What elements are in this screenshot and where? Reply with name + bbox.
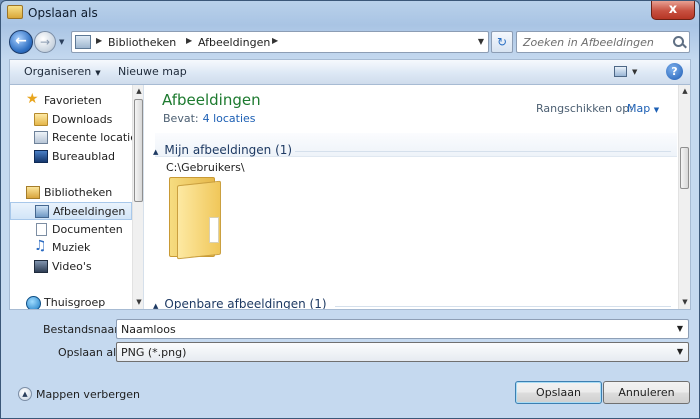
scroll-down-icon[interactable]: ▼ — [680, 296, 690, 308]
music-icon: ♫ — [34, 238, 47, 254]
collapse-icon[interactable]: ▲ — [153, 302, 158, 309]
sidebar-item-label: Bureaublad — [52, 150, 116, 163]
refresh-button[interactable]: ↻ — [491, 31, 513, 53]
includes-label: Bevat: — [163, 112, 199, 125]
breadcrumb-pictures[interactable]: Afbeeldingen — [198, 36, 270, 49]
star-icon: ★ — [26, 91, 39, 107]
group-divider — [295, 151, 671, 152]
browser-panes: ★ Favorieten Downloads Recente locaties … — [9, 85, 691, 310]
sidebar-item-downloads[interactable]: Downloads — [10, 111, 132, 129]
back-button[interactable]: ← — [9, 30, 33, 54]
chevron-right-icon[interactable]: ▶ — [186, 36, 192, 45]
group-path: C:\Gebruikers\ — [166, 161, 245, 174]
sidebar-item-label: Video's — [52, 260, 92, 273]
chevron-down-icon[interactable]: ▼ — [632, 68, 637, 76]
documents-icon — [36, 223, 47, 236]
search-icon — [673, 36, 684, 47]
sidebar-item-desktop[interactable]: Bureaublad — [10, 148, 132, 166]
sidebar-item-documents[interactable]: Documenten — [10, 221, 132, 239]
help-icon[interactable]: ? — [666, 63, 683, 80]
scroll-up-icon[interactable]: ▲ — [680, 85, 690, 97]
library-icon — [26, 186, 40, 199]
save-as-dialog: Opslaan als x ← → ▼ ▶ Bibliotheken ▶ Afb… — [0, 0, 700, 419]
sidebar-item-label: Documenten — [52, 223, 123, 236]
search-input[interactable]: Zoeken in Afbeeldingen — [516, 31, 690, 53]
sidebar-item-pictures[interactable]: Afbeeldingen — [10, 202, 132, 220]
window-title: Opslaan als — [28, 6, 98, 20]
scroll-thumb[interactable] — [680, 147, 689, 189]
sidebar-item-label: Bibliotheken — [44, 186, 113, 199]
new-folder-button[interactable]: Nieuwe map — [118, 65, 187, 78]
navigation-pane: ★ Favorieten Downloads Recente locaties … — [10, 85, 144, 309]
app-icon — [7, 5, 23, 19]
save-button[interactable]: Opslaan — [515, 381, 602, 404]
sidebar-item-videos[interactable]: Video's — [10, 258, 132, 276]
organize-button[interactable]: Organiseren ▼ — [24, 65, 101, 78]
sidebar-item-label: Downloads — [52, 113, 113, 126]
forward-button[interactable]: → — [34, 31, 56, 53]
search-placeholder: Zoeken in Afbeeldingen — [523, 36, 654, 49]
collapse-icon[interactable]: ▲ — [153, 148, 158, 156]
cancel-button[interactable]: Annuleren — [603, 381, 690, 404]
chevron-right-icon[interactable]: ▶ — [272, 36, 278, 45]
navigation-scrollbar[interactable]: ▲ ▼ — [132, 85, 143, 309]
file-list-pane: Afbeeldingen Bevat: 4 locaties Rangschikk… — [145, 85, 690, 309]
collapse-icon[interactable]: ▲ — [18, 387, 32, 401]
sidebar-item-favorites[interactable]: ★ Favorieten — [10, 91, 132, 110]
homegroup-icon — [26, 296, 41, 309]
group-divider — [335, 306, 671, 307]
chevron-down-icon: ▼ — [653, 106, 660, 114]
sidebar-item-homegroup[interactable]: Thuisgroep — [10, 294, 132, 309]
sidebar-item-label: Afbeeldingen — [53, 205, 126, 218]
close-button[interactable]: x — [651, 1, 695, 20]
filename-value: Naamloos — [121, 323, 176, 336]
group-title: Openbare afbeeldingen (1) — [164, 297, 327, 309]
arrange-by-label: Rangschikken op: — [536, 102, 633, 115]
view-options-icon[interactable] — [614, 66, 627, 77]
breadcrumb-libraries[interactable]: Bibliotheken — [108, 36, 176, 49]
scroll-thumb[interactable] — [134, 99, 143, 202]
chevron-down-icon[interactable]: ▼ — [478, 37, 484, 46]
videos-icon — [34, 260, 48, 273]
group-header-my-pictures[interactable]: ▲ Mijn afbeeldingen (1) — [153, 143, 292, 157]
group-header-public-pictures[interactable]: ▲ Openbare afbeeldingen (1) — [153, 297, 327, 309]
group-title: Mijn afbeeldingen (1) — [164, 143, 293, 157]
library-icon — [75, 35, 91, 49]
title-bar: Opslaan als x — [1, 1, 699, 25]
chevron-down-icon[interactable]: ▼ — [677, 324, 683, 333]
sidebar-item-label: Recente locaties — [52, 131, 143, 144]
arrange-by-value: Map — [627, 102, 651, 115]
folder-icon — [34, 113, 48, 126]
arrange-by-dropdown[interactable]: Map ▼ — [627, 102, 659, 115]
desktop-icon — [34, 150, 48, 163]
chevron-right-icon[interactable]: ▶ — [96, 36, 102, 45]
chevron-down-icon: ▼ — [95, 69, 101, 77]
command-bar: Organiseren ▼ Nieuwe map ▼ ? — [9, 59, 691, 85]
includes-locations-link[interactable]: 4 locaties — [203, 112, 256, 125]
scroll-up-icon[interactable]: ▲ — [134, 85, 143, 97]
save-type-select[interactable]: PNG (*.png) ▼ — [116, 342, 689, 362]
filename-field[interactable]: Naamloos ▼ — [116, 319, 689, 339]
pictures-icon — [35, 205, 49, 218]
folder-item[interactable] — [169, 177, 221, 260]
recent-places-icon — [34, 131, 48, 144]
navigation-bar: ← → ▼ ▶ Bibliotheken ▶ Afbeeldingen ▶ ▼ … — [1, 25, 699, 59]
chevron-down-icon: ▼ — [676, 347, 683, 356]
library-title: Afbeeldingen — [162, 91, 261, 109]
sidebar-item-label: Favorieten — [44, 94, 102, 107]
address-bar[interactable]: ▶ Bibliotheken ▶ Afbeeldingen ▶ ▼ — [71, 31, 489, 53]
scroll-down-icon[interactable]: ▼ — [134, 296, 143, 308]
folder-paper — [209, 217, 219, 243]
hide-folders-button[interactable]: Mappen verbergen — [36, 388, 140, 401]
recent-pages-dropdown[interactable]: ▼ — [59, 38, 67, 46]
library-includes: Bevat: 4 locaties — [163, 112, 256, 125]
sidebar-item-label: Thuisgroep — [44, 296, 106, 309]
sidebar-item-music[interactable]: ♫ Muziek — [10, 238, 132, 257]
sidebar-item-libraries[interactable]: Bibliotheken — [10, 184, 132, 202]
save-type-value: PNG (*.png) — [121, 346, 187, 359]
sidebar-item-label: Muziek — [52, 241, 91, 254]
content-scrollbar[interactable]: ▲ ▼ — [678, 85, 690, 309]
sidebar-item-recent-places[interactable]: Recente locaties — [10, 129, 143, 147]
organize-label: Organiseren — [24, 65, 92, 78]
